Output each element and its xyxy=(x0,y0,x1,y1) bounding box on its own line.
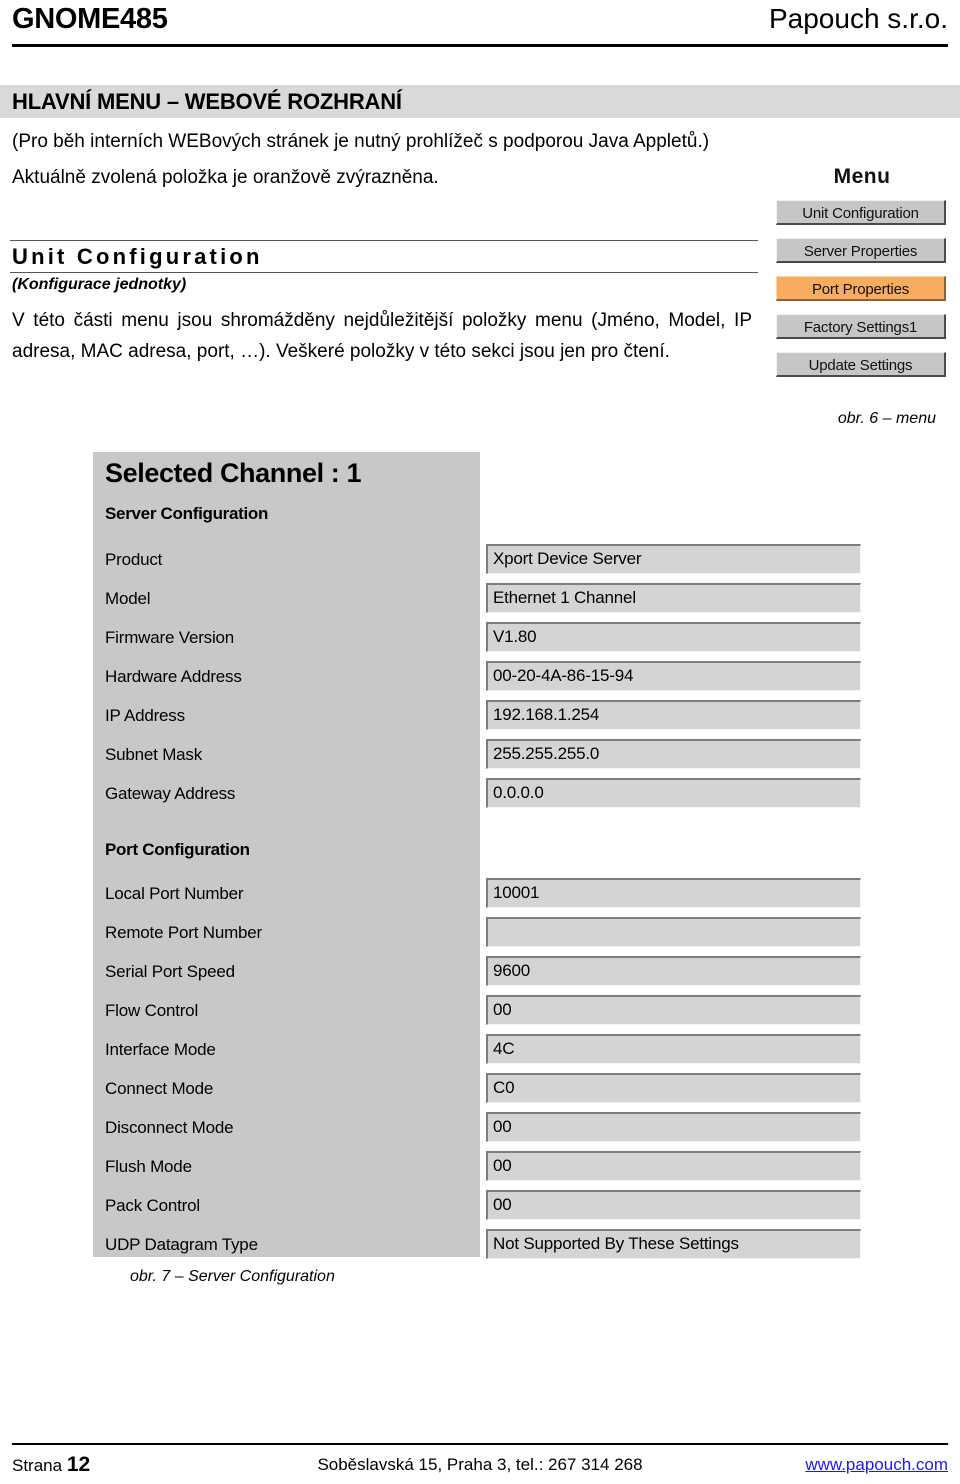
menu-button-update-settings[interactable]: Update Settings xyxy=(776,352,946,377)
figure-value-model: Ethernet 1 Channel xyxy=(493,588,636,607)
figure-field-remote-port-number[interactable] xyxy=(486,917,861,947)
figure-value-flush-mode: 00 xyxy=(493,1156,512,1175)
figure-label-remote-port-number: Remote Port Number xyxy=(105,923,263,942)
header-divider xyxy=(12,44,948,47)
document-title: GNOME485 xyxy=(12,3,168,35)
page-header: GNOME485 Papouch s.r.o. xyxy=(12,0,948,46)
figure-caption-7: obr. 7 – Server Configuration xyxy=(130,1268,335,1285)
menu-button-port-properties[interactable]: Port Properties xyxy=(776,276,946,301)
menu-button-unit-configuration[interactable]: Unit Configuration xyxy=(776,200,946,225)
page-footer: Strana 12 Soběslavská 15, Praha 3, tel.:… xyxy=(12,1452,948,1480)
company-name: Papouch s.r.o. xyxy=(768,3,948,34)
section-heading-band: HLAVNÍ MENU – WEBOVÉ ROZHRANÍ xyxy=(0,85,960,118)
figure-field-flush-mode[interactable]: 00 xyxy=(486,1151,861,1181)
figure-value-pack-control: 00 xyxy=(493,1195,512,1214)
figure-field-local-port-number[interactable]: 10001 xyxy=(486,878,861,908)
figure-label-hardware-address: Hardware Address xyxy=(105,667,242,686)
figure-field-model[interactable]: Ethernet 1 Channel xyxy=(486,583,861,613)
figure-value-connect-mode: C0 xyxy=(493,1078,515,1097)
figure-field-flow-control[interactable]: 00 xyxy=(486,995,861,1025)
unit-body-text-last: jen pro čtení. xyxy=(560,341,670,362)
footer-website-link[interactable]: www.papouch.com xyxy=(805,1452,948,1478)
intro-paragraph-1: (Pro běh interních WEBových stránek je n… xyxy=(12,131,710,152)
menu-button-factory-settings1[interactable]: Factory Settings1 xyxy=(776,314,946,339)
figure-value-disconnect-mode: 00 xyxy=(493,1117,512,1136)
figure-field-udp-datagram-type[interactable]: Not Supported By These Settings xyxy=(486,1229,861,1259)
intro-paragraph-2: Aktuálně zvolená položka je oranžově zvý… xyxy=(12,167,439,188)
section-heading-text: HLAVNÍ MENU – WEBOVÉ ROZHRANÍ xyxy=(12,89,402,114)
figure-label-subnet-mask: Subnet Mask xyxy=(105,745,203,764)
figure-label-serial-port-speed: Serial Port Speed xyxy=(105,962,235,981)
figure-label-product: Product xyxy=(105,550,163,569)
figure-field-disconnect-mode[interactable]: 00 xyxy=(486,1112,861,1142)
figure-label-ip-address: IP Address xyxy=(105,706,185,725)
figure-field-subnet-mask[interactable]: 255.255.255.0 xyxy=(486,739,861,769)
figure-value-subnet-mask: 255.255.255.0 xyxy=(493,744,600,763)
figure-field-gateway-address[interactable]: 0.0.0.0 xyxy=(486,778,861,808)
unit-configuration-body: V této části menu jsou shromážděny nejdů… xyxy=(12,305,752,367)
unit-configuration-heading: Unit Configuration xyxy=(10,240,758,273)
figure-value-flow-control: 00 xyxy=(493,1000,512,1019)
figure-server-configuration-title: Server Configuration xyxy=(105,504,269,523)
figure-value-serial-port-speed: 9600 xyxy=(493,961,531,980)
figure-field-firmware-version[interactable]: V1.80 xyxy=(486,622,861,652)
figure-label-disconnect-mode: Disconnect Mode xyxy=(105,1118,234,1137)
figure-field-product[interactable]: Xport Device Server xyxy=(486,544,861,574)
figure-value-gateway-address: 0.0.0.0 xyxy=(493,783,544,802)
footer-divider xyxy=(12,1443,948,1445)
figure-label-firmware-version: Firmware Version xyxy=(105,628,235,647)
menu-button-server-properties[interactable]: Server Properties xyxy=(776,238,946,263)
figure-field-connect-mode[interactable]: C0 xyxy=(486,1073,861,1103)
figure-value-product: Xport Device Server xyxy=(493,549,642,568)
figure-value-hardware-address: 00-20-4A-86-15-94 xyxy=(493,666,634,685)
unit-configuration-heading-text: Unit Configuration xyxy=(12,244,263,269)
figure-label-connect-mode: Connect Mode xyxy=(105,1079,214,1098)
figure-label-model: Model xyxy=(105,589,151,608)
server-configuration-screenshot: Selected Channel : 1 Server Configuratio… xyxy=(93,452,867,1259)
figure-value-interface-mode: 4C xyxy=(493,1039,515,1058)
figure-label-udp-datagram-type: UDP Datagram Type xyxy=(105,1235,258,1254)
figure-field-serial-port-speed[interactable]: 9600 xyxy=(486,956,861,986)
figure-label-pack-control: Pack Control xyxy=(105,1196,200,1215)
figure-label-flow-control: Flow Control xyxy=(105,1001,199,1020)
figure-label-local-port-number: Local Port Number xyxy=(105,884,244,903)
figure-label-gateway-address: Gateway Address xyxy=(105,784,236,803)
figure-field-pack-control[interactable]: 00 xyxy=(486,1190,861,1220)
figure-field-interface-mode[interactable]: 4C xyxy=(486,1034,861,1064)
figure-field-hardware-address[interactable]: 00-20-4A-86-15-94 xyxy=(486,661,861,691)
menu-widget: Menu Unit Configuration Server Propertie… xyxy=(776,164,948,390)
figure-label-interface-mode: Interface Mode xyxy=(105,1040,216,1059)
figure-value-local-port-number: 10001 xyxy=(493,883,540,902)
figure-label-flush-mode: Flush Mode xyxy=(105,1157,192,1176)
figure-value-ip-address: 192.168.1.254 xyxy=(493,705,600,724)
unit-configuration-subheading: (Konfigurace jednotky) xyxy=(12,276,187,293)
figure-title-selected-channel: Selected Channel : 1 xyxy=(105,458,362,488)
menu-widget-title: Menu xyxy=(833,165,891,188)
figure-value-udp-datagram-type: Not Supported By These Settings xyxy=(493,1234,739,1253)
figure-port-configuration-title: Port Configuration xyxy=(105,840,250,859)
figure-caption-6: obr. 6 – menu xyxy=(837,410,936,427)
figure-field-ip-address[interactable]: 192.168.1.254 xyxy=(486,700,861,730)
figure-value-firmware-version: V1.80 xyxy=(493,627,537,646)
